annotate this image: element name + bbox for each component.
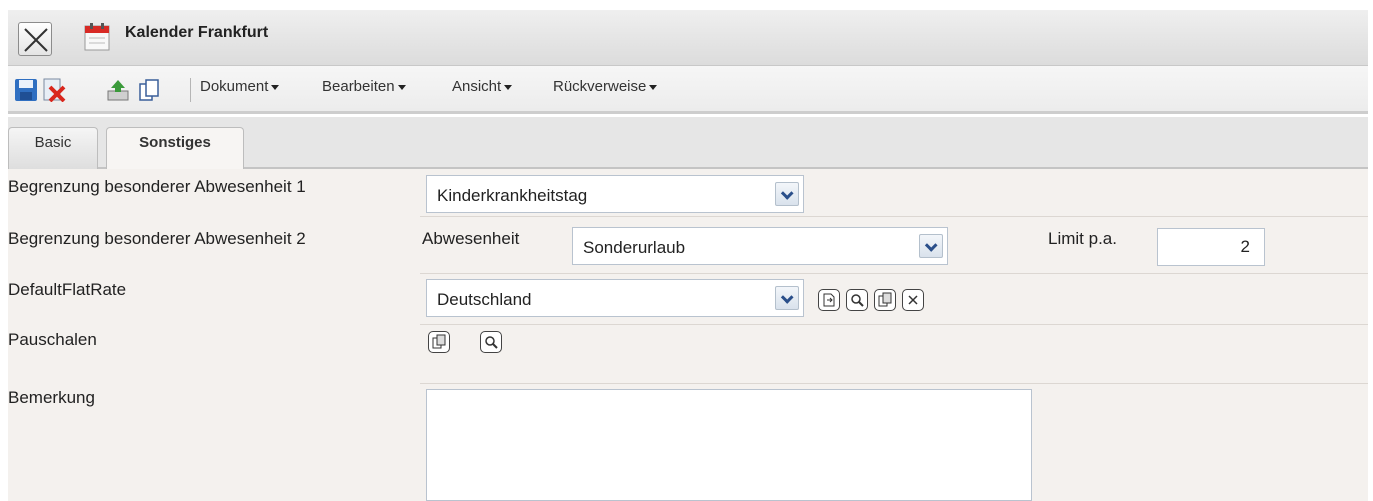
chevron-down-icon[interactable]	[775, 182, 799, 206]
menu-dokument[interactable]: Dokument	[200, 78, 280, 95]
tab-sonstiges[interactable]: Sonstiges	[106, 127, 244, 169]
menu-rueckverweise-label: Rückverweise	[553, 78, 647, 95]
copy-icon[interactable]	[874, 289, 896, 311]
calendar-icon	[84, 23, 110, 51]
menu-dokument-label: Dokument	[200, 78, 269, 95]
absence-value: Sonderurlaub	[583, 238, 686, 257]
chevron-down-icon	[271, 84, 280, 90]
toolbar-separator	[190, 78, 191, 102]
row-divider	[420, 324, 1368, 325]
menu-rueckverweise[interactable]: Rückverweise	[553, 78, 658, 95]
chevron-down-icon	[397, 84, 406, 90]
limit1-select[interactable]: Kinderkrankheitstag	[426, 175, 804, 213]
toolbar: Dokument Bearbeiten Ansicht Rückverweise	[8, 66, 1368, 114]
menu-bearbeiten-label: Bearbeiten	[322, 78, 395, 95]
window-titlebar: Kalender Frankfurt	[8, 10, 1368, 66]
save-icon[interactable]	[14, 78, 38, 102]
menu-bearbeiten[interactable]: Bearbeiten	[322, 78, 406, 95]
limit2-label: Begrenzung besonderer Abwesenheit 2	[8, 229, 306, 248]
limit-pa-label: Limit p.a.	[1048, 229, 1117, 248]
search-icon[interactable]	[480, 331, 502, 353]
close-icon[interactable]	[18, 22, 52, 56]
default-flat-rate-label: DefaultFlatRate	[8, 280, 127, 299]
absence-select[interactable]: Sonderurlaub	[572, 227, 948, 265]
menu-ansicht[interactable]: Ansicht	[452, 78, 513, 95]
copy-icon[interactable]	[138, 78, 162, 102]
limit-pa-input[interactable]: 2	[1157, 228, 1265, 266]
bemerkung-label: Bemerkung	[8, 388, 95, 407]
default-flat-rate-value: Deutschland	[437, 290, 532, 309]
chevron-down-icon	[504, 84, 513, 90]
default-flat-rate-select[interactable]: Deutschland	[426, 279, 804, 317]
window-title: Kalender Frankfurt	[125, 24, 269, 41]
chevron-down-icon[interactable]	[775, 286, 799, 310]
clear-icon[interactable]	[902, 289, 924, 311]
search-icon[interactable]	[846, 289, 868, 311]
bemerkung-textarea[interactable]	[426, 389, 1032, 501]
upload-icon[interactable]	[106, 78, 130, 102]
delete-icon[interactable]	[42, 78, 66, 103]
limit1-label: Begrenzung besonderer Abwesenheit 1	[8, 177, 306, 196]
row-divider	[420, 216, 1368, 217]
form-sonstiges: Begrenzung besonderer Abwesenheit 1 Kind…	[8, 169, 1368, 501]
limit1-value: Kinderkrankheitstag	[437, 186, 588, 205]
open-icon[interactable]	[818, 289, 840, 311]
row-divider	[420, 383, 1368, 384]
row-divider	[420, 273, 1368, 274]
absence-label: Abwesenheit	[422, 229, 520, 248]
tab-basic[interactable]: Basic	[8, 127, 98, 169]
chevron-down-icon[interactable]	[919, 234, 943, 258]
pauschalen-label: Pauschalen	[8, 330, 97, 349]
copy-icon[interactable]	[428, 331, 450, 353]
menu-ansicht-label: Ansicht	[452, 78, 502, 95]
tab-strip: Basic Sonstiges	[8, 117, 1368, 169]
chevron-down-icon	[649, 84, 658, 90]
